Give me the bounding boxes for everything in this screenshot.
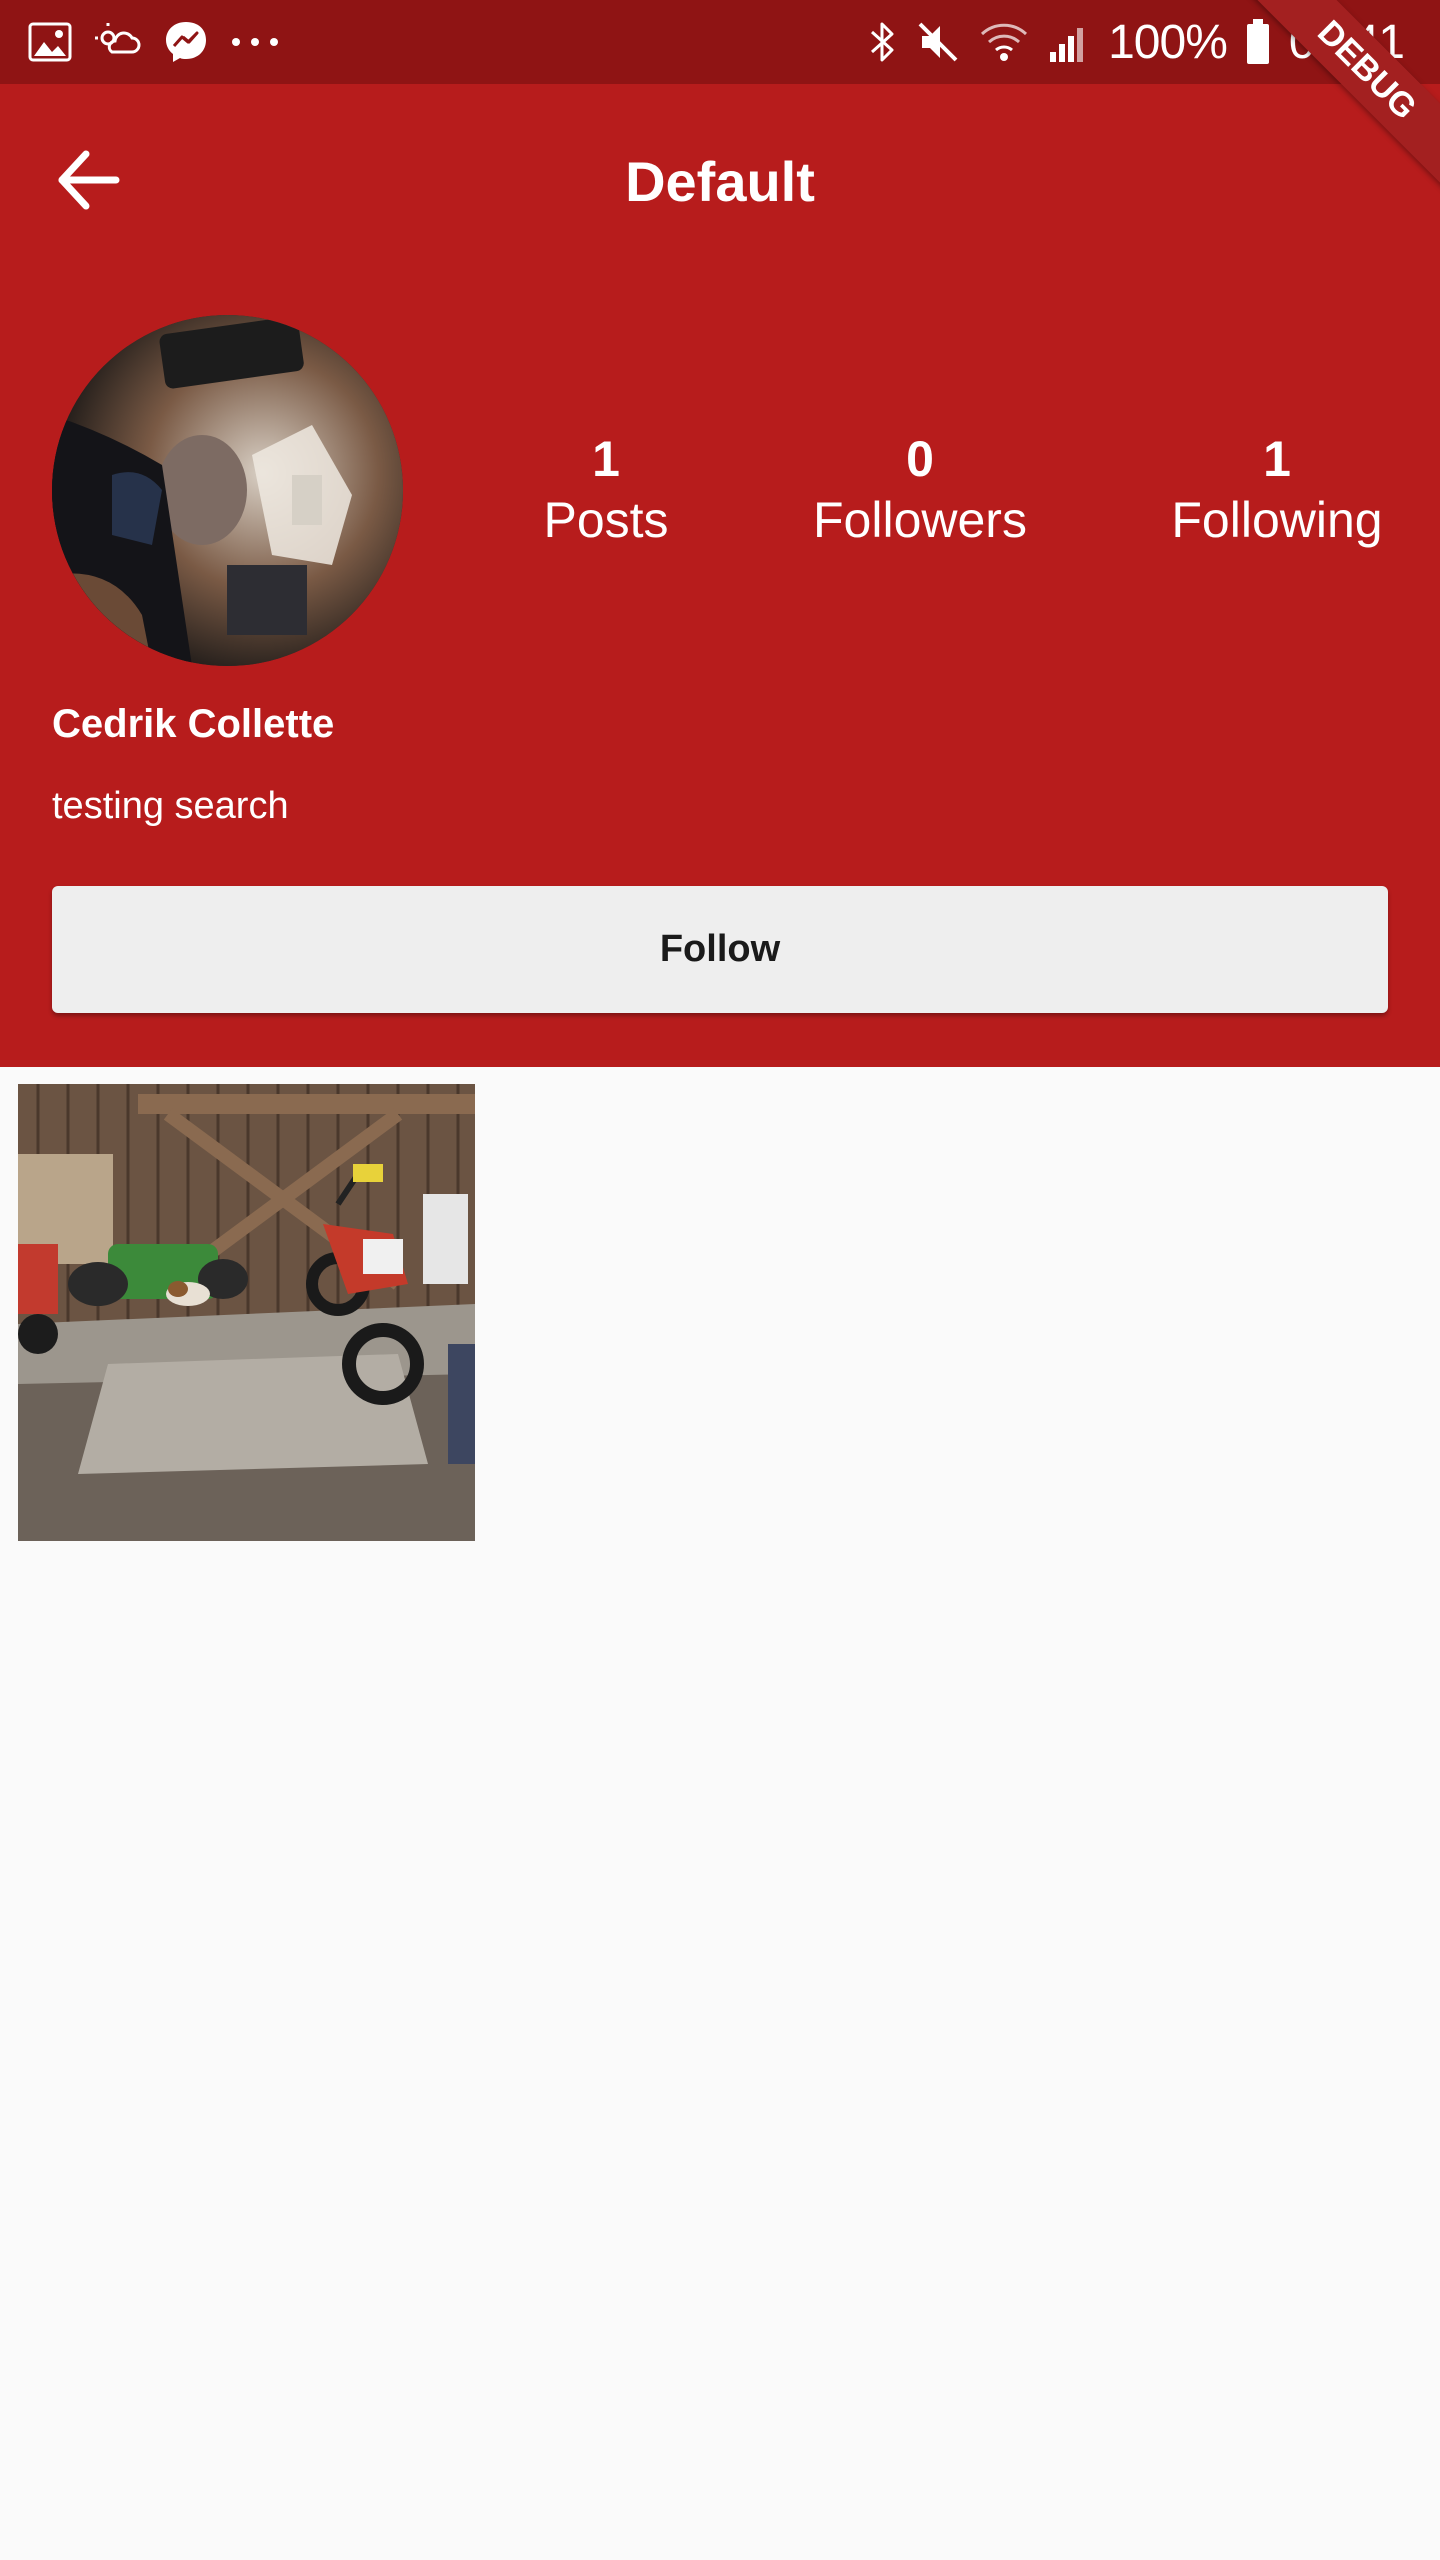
- stat-followers[interactable]: 0 Followers: [790, 429, 1050, 551]
- signal-icon: [1048, 20, 1090, 64]
- stat-followers-label: Followers: [813, 492, 1027, 548]
- battery-icon: [1245, 19, 1271, 65]
- more-dots-icon: [230, 36, 280, 48]
- status-bar: 100% 09:41: [0, 0, 1440, 84]
- bluetooth-icon: [868, 20, 898, 64]
- profile-header: Default 1 Posts 0 Followers 1 Following …: [0, 84, 1440, 1067]
- app-bar: Default: [0, 84, 1440, 280]
- page-title: Default: [625, 150, 815, 213]
- stat-following[interactable]: 1 Following: [1147, 429, 1407, 551]
- stat-posts[interactable]: 1 Posts: [476, 429, 736, 551]
- avatar[interactable]: [52, 315, 403, 666]
- stat-followers-value: 0: [906, 431, 934, 487]
- stat-following-value: 1: [1263, 431, 1291, 487]
- stat-posts-label: Posts: [543, 492, 669, 548]
- post-thumbnail[interactable]: [18, 1084, 475, 1541]
- bio: testing search: [52, 785, 289, 827]
- mute-icon: [916, 20, 960, 64]
- stat-following-label: Following: [1171, 492, 1383, 548]
- messenger-icon: [164, 20, 208, 64]
- status-left-icons: [28, 18, 280, 66]
- follow-button[interactable]: Follow: [52, 886, 1388, 1013]
- wifi-icon: [978, 20, 1030, 64]
- stat-posts-value: 1: [592, 431, 620, 487]
- battery-percent: 100%: [1108, 15, 1228, 69]
- gallery-icon: [28, 22, 72, 62]
- display-name: Cedrik Collette: [52, 702, 335, 746]
- weather-icon: [94, 22, 142, 62]
